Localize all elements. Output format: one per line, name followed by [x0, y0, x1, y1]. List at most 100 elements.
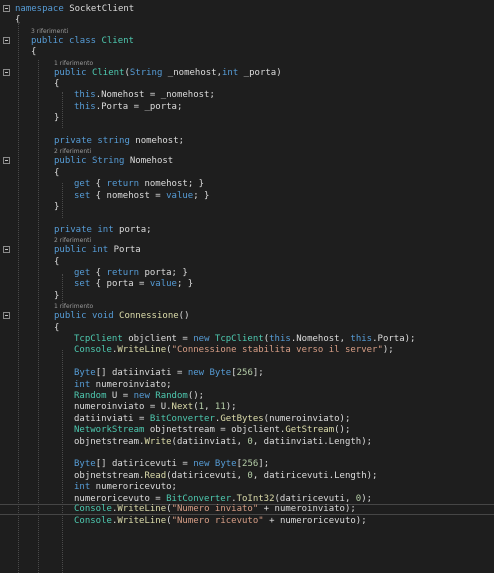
code-line[interactable]: Console.WriteLine("Numero ricevuto" + nu… — [0, 515, 494, 527]
code-line[interactable]: public Client(String _nomehost,int _port… — [0, 67, 494, 79]
token-kw: return — [106, 179, 140, 190]
current-code-line[interactable]: Console.WriteLine("Numero inviato" + num… — [0, 504, 494, 515]
code-line[interactable]: Byte[] datiricevuti = new Byte[256]; — [0, 458, 494, 470]
code-text: objnetstream.Write(datiinviati, 0, datii… — [74, 436, 372, 448]
code-line[interactable]: NetworkStream objnetstream = objclient.G… — [0, 424, 494, 436]
token-method: WriteLine — [117, 504, 167, 514]
code-text: private string nomehost; — [54, 135, 184, 147]
token-kw: int — [222, 67, 239, 78]
token-method: Read — [144, 470, 167, 481]
code-text: NetworkStream objnetstream = objclient.G… — [74, 424, 350, 436]
fold-collapse-icon[interactable] — [3, 36, 10, 44]
code-line[interactable]: set { porta = value; } — [0, 278, 494, 290]
code-line[interactable]: objnetstream.Read(datiricevuti, 0, datir… — [0, 470, 494, 482]
code-line[interactable]: { — [0, 46, 494, 58]
token-kw: value — [166, 190, 194, 201]
indent-guide — [62, 274, 63, 308]
code-line[interactable]: Random U = new Random(); — [0, 390, 494, 402]
token-kw: set — [74, 279, 91, 290]
token-plain: ]; — [258, 459, 270, 470]
fold-collapse-icon[interactable] — [3, 68, 10, 76]
code-line[interactable]: set { nomehost = value; } — [0, 190, 494, 202]
token-plain: + numeroinviato); — [258, 504, 356, 514]
code-line[interactable]: { — [0, 14, 494, 26]
token-kw: public — [31, 35, 64, 46]
token-str: "Numero inviato" — [171, 504, 259, 514]
code-line[interactable]: objnetstream.Write(datiinviati, 0, datii… — [0, 436, 494, 448]
code-line[interactable]: Console.WriteLine("Connessione stabilita… — [0, 344, 494, 356]
token-plain: (); — [334, 425, 351, 436]
code-text: numeroricevuto = BitConverter.ToInt32(da… — [74, 493, 372, 505]
code-line[interactable]: this.Nomehost = _nomehost; — [0, 89, 494, 101]
code-line[interactable]: { — [0, 256, 494, 268]
token-kw: value — [149, 279, 177, 290]
token-punct: { — [54, 79, 60, 89]
fold-collapse-icon[interactable] — [3, 312, 10, 320]
code-line[interactable] — [0, 356, 494, 368]
code-line[interactable]: private string nomehost; — [0, 135, 494, 147]
token-plain: numeroricevuto = — [74, 493, 167, 504]
code-line[interactable]: namespace SocketClient — [0, 3, 494, 15]
token-str: "Connessione stabilita verso il server" — [171, 345, 383, 356]
code-line[interactable]: int numeroinviato; — [0, 379, 494, 391]
code-line[interactable]: { — [0, 322, 494, 334]
code-line[interactable]: numeroinviato = U.Next(1, 11); — [0, 401, 494, 413]
token-plain: , datiinviati.Length); — [252, 436, 373, 447]
code-line[interactable]: get { return porta; } — [0, 267, 494, 279]
token-method: Connessione — [119, 311, 179, 322]
token-str: "Numero ricevuto" — [171, 516, 264, 527]
token-plain: objnetstream. — [74, 436, 145, 447]
code-line[interactable]: } — [0, 201, 494, 213]
code-line[interactable] — [0, 124, 494, 136]
token-kw: int — [97, 224, 114, 235]
code-line[interactable]: datiinviati = BitConverter.GetBytes(nume… — [0, 413, 494, 425]
code-text: Console.WriteLine("Numero inviato" + num… — [74, 505, 356, 514]
code-line[interactable]: get { return nomehost; } — [0, 178, 494, 190]
code-line[interactable]: int numeroricevuto; — [0, 481, 494, 493]
token-type: TcpClient — [214, 334, 264, 344]
token-plain: { nomehost = — [90, 190, 167, 201]
code-line[interactable]: TcpClient objclient = new TcpClient(this… — [0, 333, 494, 345]
code-line[interactable] — [0, 447, 494, 459]
code-line[interactable]: this.Porta = _porta; — [0, 101, 494, 113]
token-plain: (datiricevuti, — [274, 493, 356, 504]
code-line[interactable]: private int porta; — [0, 224, 494, 236]
code-text: { — [31, 46, 36, 58]
code-line[interactable]: public int Porta — [0, 244, 494, 256]
token-kw: return — [106, 268, 140, 278]
code-text: { — [54, 167, 59, 179]
token-punct: } — [54, 290, 60, 301]
fold-collapse-icon[interactable] — [3, 5, 10, 12]
fold-collapse-icon[interactable] — [3, 157, 10, 165]
code-line[interactable]: } — [0, 112, 494, 124]
token-plain: ; } — [176, 279, 194, 290]
token-kw: get — [74, 268, 91, 278]
token-plain: numeroinviato = U. — [74, 402, 172, 413]
code-line[interactable]: public void Connessione() — [0, 310, 494, 322]
code-line[interactable]: } — [0, 290, 494, 302]
token-plain: + numeroricevuto); — [263, 516, 367, 527]
code-line[interactable]: public class Client — [0, 35, 494, 47]
code-line[interactable]: public String Nomehost — [0, 155, 494, 167]
token-punct: { — [31, 47, 37, 58]
code-text: public String Nomehost — [54, 155, 173, 167]
fold-collapse-icon[interactable] — [3, 246, 10, 254]
token-plain: porta; — [113, 224, 152, 235]
code-editor[interactable]: namespace SocketClient{3 riferimenti publ… — [0, 0, 494, 573]
code-line[interactable]: { — [0, 78, 494, 90]
token-kw: String — [129, 67, 163, 78]
token-plain: _porta) — [238, 67, 282, 78]
token-punct: } — [54, 202, 60, 212]
token-method: WriteLine — [117, 516, 167, 527]
code-text: Console.WriteLine("Connessione stabilita… — [74, 344, 394, 356]
token-kw: new — [193, 459, 210, 470]
indent-guide — [18, 22, 19, 573]
token-type: Console — [74, 516, 112, 527]
token-plain: , datiricevuti.Length); — [252, 470, 378, 481]
token-kw: int — [74, 379, 91, 390]
code-line[interactable] — [0, 212, 494, 224]
code-line[interactable]: { — [0, 167, 494, 179]
token-plain: { — [90, 268, 107, 278]
code-line[interactable]: numeroricevuto = BitConverter.ToInt32(da… — [0, 493, 494, 505]
code-line[interactable]: Byte[] datiinviati = new Byte[256]; — [0, 367, 494, 379]
